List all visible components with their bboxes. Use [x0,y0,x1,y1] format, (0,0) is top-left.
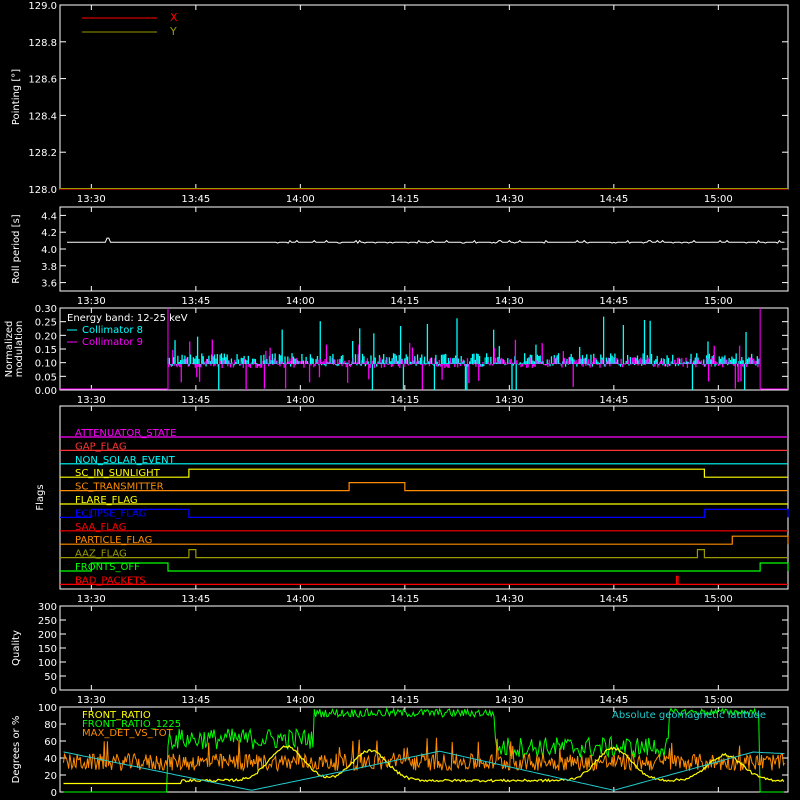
modulation-xtick-label: 14:30 [495,395,524,406]
flag-label-flare-flag: FLARE_FLAG [75,495,138,506]
pointing-xtick-label: 15:00 [704,194,733,205]
quality-ytick-label: 0 [51,686,57,697]
modulation-ylabel: modulation [14,321,25,378]
ratios-ytick-label: 40 [44,754,57,765]
quality-xtick-label: 14:00 [286,695,315,706]
flags-xtick-label: 14:15 [390,594,419,605]
roll-ytick-label: 3.6 [41,279,57,290]
flag-label-bad-packets: BAD_PACKETS [75,575,146,586]
modulation-legend-label-collimator-8: Collimator 8 [82,325,143,336]
pointing-xtick-label: 14:30 [495,194,524,205]
ratios-ytick-label: 20 [44,771,57,782]
flags-xtick-label: 14:00 [286,594,315,605]
pointing-ytick-label: 128.6 [28,75,57,86]
roll-xtick-label: 14:45 [599,296,628,307]
flag-label-attenuator-state: ATTENUATOR_STATE [75,428,176,439]
quality-ytick-label: 200 [38,630,57,641]
roll-xtick-label: 15:00 [704,296,733,307]
modulation-legend-label-collimator-9: Collimator 9 [82,337,143,348]
roll-xtick-label: 14:30 [495,296,524,307]
roll-ytick-label: 3.8 [41,262,57,273]
flag-label-particle-flag: PARTICLE_FLAG [75,535,152,546]
quality-xtick-label: 15:00 [704,695,733,706]
pointing-xtick-label: 13:45 [181,194,210,205]
flags-xtick-label: 14:45 [599,594,628,605]
modulation-ytick-label: 0.05 [35,372,57,383]
quality-ytick-label: 150 [38,644,57,655]
flags-xtick-label: 13:30 [77,594,106,605]
summary-plot: 13:30 13:45 14:00 14:15 14:30 14:45 15:00 128.0… [0,0,800,800]
pointing-ytick-label: 128.0 [28,185,57,196]
flag-label-non-solar-event: NON_SOLAR_EVENT [75,455,176,466]
pointing-ytick-label: 129.0 [28,1,57,12]
modulation-ytick-label: 0.20 [35,331,57,342]
pointing-ytick-label: 128.8 [28,38,57,49]
ratios-ytick-label: 80 [44,720,57,731]
roll-ytick-label: 4.0 [41,245,57,256]
flags-xtick-label: 14:30 [495,594,524,605]
flag-label-sc-in-sunlight: SC_IN_SUNLIGHT [75,468,161,479]
pointing-ytick-label: 128.2 [28,148,57,159]
modulation-ytick-label: 0.30 [35,304,57,315]
pointing-xtick-label: 13:30 [77,194,106,205]
quality-xtick-label: 14:30 [495,695,524,706]
flag-label-fronts-off: FRONTS_OFF [75,562,140,573]
quality-xtick-label: 13:30 [77,695,106,706]
modulation-ytick-label: 0.25 [35,318,57,329]
pointing-legend-label-y: Y [169,25,177,38]
flags-ylabel: Flags [35,484,46,510]
flag-label-gap-flag: GAP_FLAG [75,441,127,452]
ratios-ytick-label: 0 [51,788,57,799]
modulation-ytick-label: 0.15 [35,345,57,356]
quality-xtick-label: 13:45 [181,695,210,706]
modulation-ytick-label: 0.00 [35,386,57,397]
modulation-xtick-label: 14:45 [599,395,628,406]
quality-xtick-label: 14:15 [390,695,419,706]
pointing-xtick-label: 14:45 [599,194,628,205]
modulation-xtick-label: 14:15 [390,395,419,406]
modulation-xtick-label: 13:30 [77,395,106,406]
flags-xtick-label: 13:45 [181,594,210,605]
quality-ytick-label: 50 [44,672,57,683]
quality-ytick-label: 250 [38,616,57,627]
ratios-legend-geomagnetic-latitude: Absolute geomagnetic latitude [612,710,766,721]
modulation-xtick-label: 15:00 [704,395,733,406]
ratios-legend-max-det-vs-tot: MAX_DET_VS_TOT [82,728,174,739]
roll-xtick-label: 14:00 [286,296,315,307]
roll-ytick-label: 4.2 [41,228,57,239]
flag-label-sc-transmitter: SC_TRANSMITTER [75,482,164,493]
modulation-xtick-label: 14:00 [286,395,315,406]
quality-ytick-label: 300 [38,602,57,613]
modulation-annotation: Energy band: 12-25 keV [67,313,188,324]
ratios-ylabel: Degrees or % [11,716,22,784]
roll-ytick-label: 4.4 [41,211,57,222]
pointing-xtick-label: 14:15 [390,194,419,205]
roll-xtick-label: 13:45 [181,296,210,307]
roll-xtick-label: 14:15 [390,296,419,307]
flags-xtick-label: 15:00 [704,594,733,605]
modulation-xtick-label: 13:45 [181,395,210,406]
quality-ylabel: Quality [11,630,22,666]
pointing-legend-label-x: X [170,11,178,24]
roll-xtick-label: 13:30 [77,296,106,307]
modulation-ytick-label: 0.10 [35,359,57,370]
pointing-ylabel: Pointing [°] [11,69,22,125]
ratios-ytick-label: 100 [38,703,57,714]
pointing-ytick-label: 128.4 [28,111,57,122]
pointing-xtick-label: 14:00 [286,194,315,205]
flag-label-saa-flag: SAA_FLAG [75,522,126,533]
quality-ytick-label: 100 [38,658,57,669]
roll-ylabel: Roll period [s] [11,214,22,283]
ratios-ytick-label: 60 [44,737,57,748]
flag-label-eclipse-flag: ECLIPSE_FLAG [75,508,146,519]
flag-label-aaz-flag: AAZ_FLAG [75,549,127,560]
quality-xtick-label: 14:45 [599,695,628,706]
